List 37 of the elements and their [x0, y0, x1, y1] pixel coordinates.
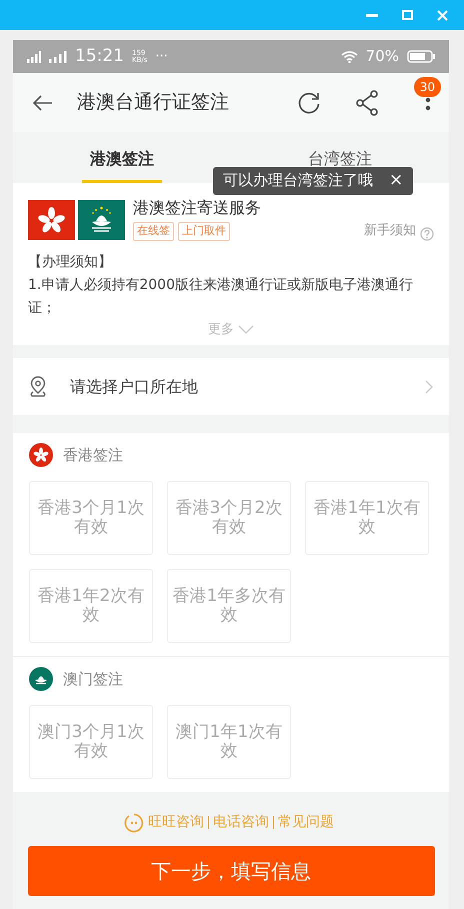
footer-link[interactable]: 电话咨询: [209, 812, 273, 833]
page-title: 港澳台通行证签注: [77, 90, 230, 116]
help-icon: [420, 226, 434, 240]
next-button[interactable]: 下一步，填写信息: [28, 846, 434, 896]
tooltip-close[interactable]: ×: [389, 172, 404, 189]
notice-heading: 【办理须知】: [28, 252, 113, 272]
location-selector[interactable]: 请选择户口所在地: [13, 358, 449, 415]
section-title: 澳门签注: [63, 668, 123, 690]
back-icon[interactable]: [33, 94, 53, 110]
status-time: 15:21: [75, 44, 124, 68]
notice-text: 1.申请人必须持有2000版往来港澳通行证或新版电子港澳通行证；: [28, 276, 414, 318]
tooltip-text: 可以办理台湾签注了哦: [223, 171, 373, 189]
help-link[interactable]: 新手须知: [364, 221, 416, 240]
lotus-icon: [29, 667, 53, 691]
location-pin-icon: [29, 376, 47, 398]
chevron-right-icon: [425, 380, 433, 394]
more-button[interactable]: 更多: [208, 320, 254, 339]
battery-percent: 70%: [366, 46, 399, 68]
signal-icon: [49, 50, 67, 62]
flag-icon: [78, 200, 125, 240]
wifi-icon: [340, 50, 358, 63]
service-tag: 在线签: [133, 222, 174, 240]
footer-link[interactable]: 常见问题: [274, 812, 338, 833]
section-title: 香港签注: [63, 444, 123, 466]
footer-link[interactable]: 旺旺咨询: [144, 812, 208, 833]
share-icon[interactable]: [355, 90, 379, 116]
service-tag: 上门取件: [178, 222, 230, 240]
signal-icon: [27, 50, 41, 62]
battery-icon: [407, 50, 435, 63]
service-title: 港澳签注寄送服务: [133, 198, 262, 218]
chat-face-icon: [124, 812, 144, 832]
flag-icon: [28, 200, 75, 240]
chevron-down-icon: [238, 324, 254, 334]
status-more: ···: [155, 48, 168, 66]
flower-icon: [29, 443, 53, 467]
notification-badge: 30: [414, 77, 441, 97]
refresh-icon[interactable]: [297, 90, 321, 114]
